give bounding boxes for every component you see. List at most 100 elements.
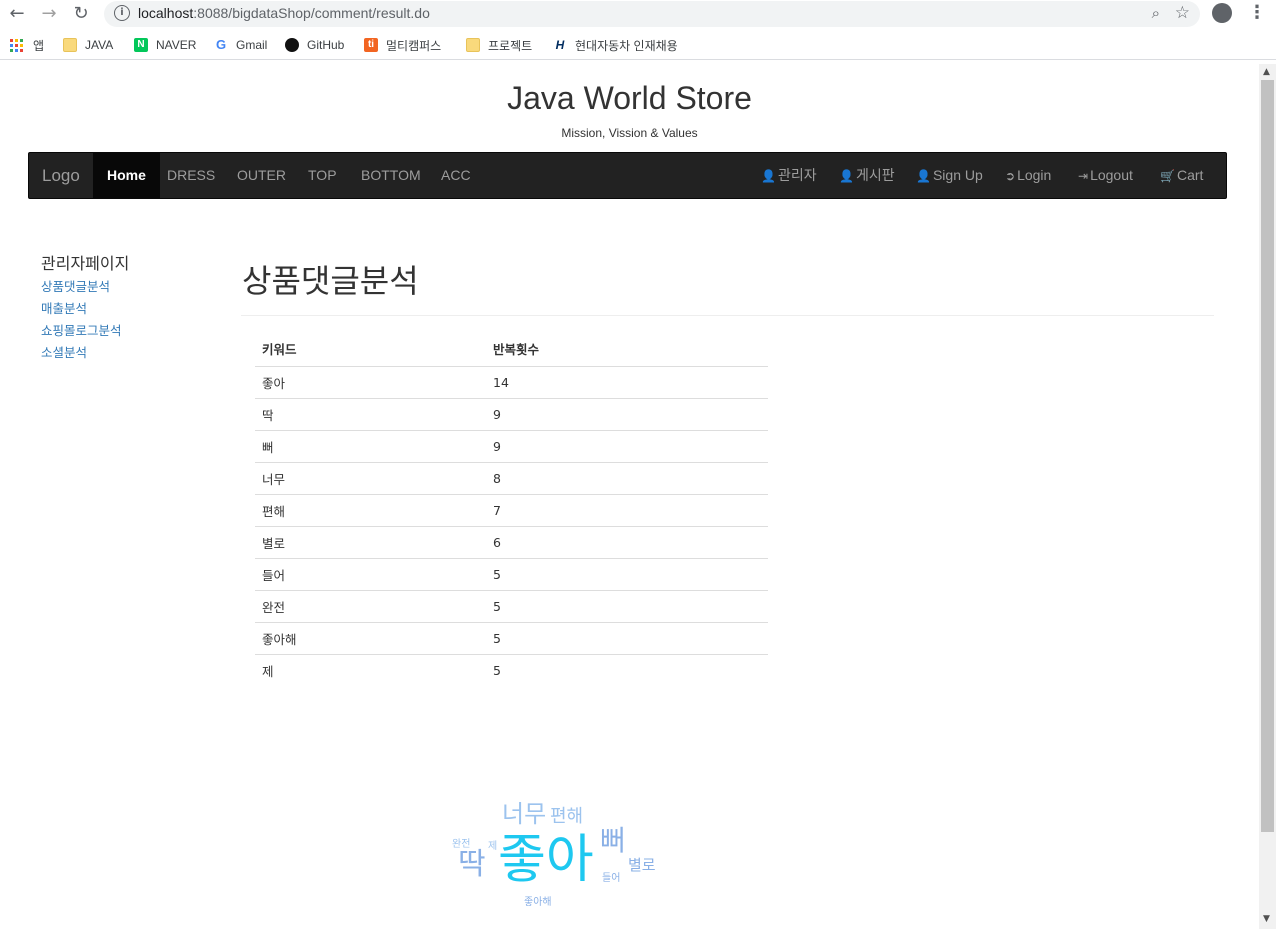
count-cell: 7 [486,494,768,527]
reload-icon[interactable]: ↻ [70,3,92,25]
user-icon: 👤 [839,169,854,183]
count-cell: 9 [486,430,768,463]
multicampus-icon: ti [364,38,378,52]
browser-toolbar: ← → ↻ i localhost:8088/bigdataShop/comme… [0,0,1276,28]
bookmark-project[interactable]: 프로젝트 [466,36,532,54]
keyword-cell: 별로 [255,526,486,559]
keyword-table: 키워드 반복횟수 좋아 14 딱9 뻐9 너무 8 편해 7 별로 6 들어 5 완전 5 … [255,332,768,686]
nav-admin[interactable]: 👤 관리자 [761,153,817,198]
profile-avatar-icon[interactable] [1212,3,1232,23]
logout-icon: ⇥ [1078,169,1089,183]
user-icon: 👤 [761,169,776,183]
bookmark-github[interactable]: GitHub [285,36,344,54]
apps-grid-icon [10,38,23,52]
site-subtitle: Mission, Vission & Values [561,126,698,140]
table-row: 제5 [255,654,768,686]
back-icon[interactable]: ← [6,3,28,25]
count-cell: 8 [486,462,768,495]
count-cell: 5 [493,662,501,678]
bookmark-apps[interactable]: 앱 [10,36,44,54]
url-text[interactable]: localhost:8088/bigdataShop/comment/resul… [138,5,430,21]
nav-logout[interactable]: ⇥ Logout [1078,153,1133,198]
nav-signup[interactable]: 👤 Sign Up [916,153,983,198]
bookmark-multicampus[interactable]: ti 멀티캠퍼스 [364,36,441,54]
cloud-word: 제 [488,841,498,852]
sidebar-link-sales-analysis[interactable]: 매출분석 [41,298,87,317]
cloud-word: 들어 [602,873,621,884]
folder-icon [466,38,480,52]
count-cell: 5 [486,558,768,591]
table-row: 별로 6 [255,526,768,559]
keyword-cell: 들어 [255,558,486,591]
table-row: 들어 5 [255,558,768,591]
column-header-keyword: 키워드 [255,332,486,367]
sidebar-link-social-analysis[interactable]: 소셜분석 [41,342,87,361]
count-cell: 6 [486,526,768,559]
keyword-cell: 뻐 [255,430,486,463]
browser-menu-icon[interactable]: ⋮ [1248,2,1266,23]
cart-icon: 🛒 [1160,169,1175,183]
keyword-cell: 편해 [255,494,486,527]
scroll-down-arrow-icon[interactable]: ▼ [1263,914,1270,924]
user-icon: 👤 [916,169,931,183]
table-row: 너무 8 [255,462,768,495]
count-cell: 5 [486,622,768,655]
cloud-word: 좋아해 [524,897,552,908]
cloud-word: 좋아 [498,830,594,890]
page-content: Java World Store Mission, Vission & Valu… [0,64,1259,929]
table-row: 뻐9 [255,430,768,463]
table-row: 좋아 14 [255,366,768,399]
bookmark-gmail[interactable]: G Gmail [214,36,267,54]
sidebar-title: 관리자페이지 [41,254,130,273]
sidebar-link-log-analysis[interactable]: 쇼핑몰로그분석 [41,320,122,339]
bookmark-naver[interactable]: N NAVER [134,36,196,54]
table-row: 좋아해 5 [255,622,768,655]
site-title: Java World Store [507,80,752,116]
site-info-icon[interactable]: i [114,5,130,21]
nav-login[interactable]: ➲ Login [1005,153,1051,198]
forward-icon[interactable]: → [38,3,60,25]
table-header-row: 키워드 반복횟수 [255,332,768,367]
nav-home[interactable]: Home [93,153,160,198]
title-divider [241,315,1214,316]
cloud-word: 편해 [550,806,584,827]
bookmark-hyundai[interactable]: H 현대자동차 인재채용 [553,36,678,54]
keyword-cell: 제 [262,663,274,679]
nav-bottom[interactable]: BOTTOM [361,153,421,198]
nav-dress[interactable]: DRESS [167,153,215,198]
nav-outer[interactable]: OUTER [237,153,286,198]
column-header-count: 반복횟수 [486,332,768,367]
bookmark-star-icon[interactable]: ☆ [1175,3,1190,23]
bookmark-java[interactable]: JAVA [63,36,113,54]
github-icon [285,38,299,52]
nav-board[interactable]: 👤 게시판 [839,153,895,198]
keyword-cell: 좋아해 [255,622,486,655]
scroll-up-arrow-icon[interactable]: ▲ [1263,67,1270,77]
navbar-brand[interactable]: Logo [42,166,80,186]
cloud-word: 완전 [452,839,471,850]
table-row: 편해 7 [255,494,768,527]
page-scrollbar[interactable]: ▲ ▼ [1259,64,1276,929]
cloud-word: 너무 [502,800,547,828]
zoom-icon[interactable]: ⌕ [1152,4,1160,22]
keyword-cell: 너무 [255,462,486,495]
count-cell: 5 [486,590,768,623]
cloud-word: 뻐 [600,824,626,857]
keyword-cell: 딱 [255,398,486,431]
google-icon: G [214,37,228,52]
nav-top[interactable]: TOP [308,153,337,198]
bookmarks-bar: 앱 JAVA N NAVER G Gmail GitHub ti 멀티캠퍼스 프… [0,30,1276,60]
table-row: 완전 5 [255,590,768,623]
address-bar[interactable]: i localhost:8088/bigdataShop/comment/res… [104,1,1200,27]
folder-icon [63,38,77,52]
table-row: 딱9 [255,398,768,431]
count-cell: 14 [486,366,768,399]
nav-cart[interactable]: 🛒 Cart [1160,153,1203,198]
cloud-word: 별로 [628,856,656,874]
nav-acc[interactable]: ACC [441,153,471,198]
sidebar-link-comment-analysis[interactable]: 상품댓글분석 [41,276,110,295]
word-cloud: 좋아 딱 뻐 너무 편해 별로 들어 완전 좋아해 제 [440,794,670,914]
hyundai-icon: H [553,38,567,52]
scroll-thumb[interactable] [1261,80,1274,832]
keyword-cell: 완전 [255,590,486,623]
